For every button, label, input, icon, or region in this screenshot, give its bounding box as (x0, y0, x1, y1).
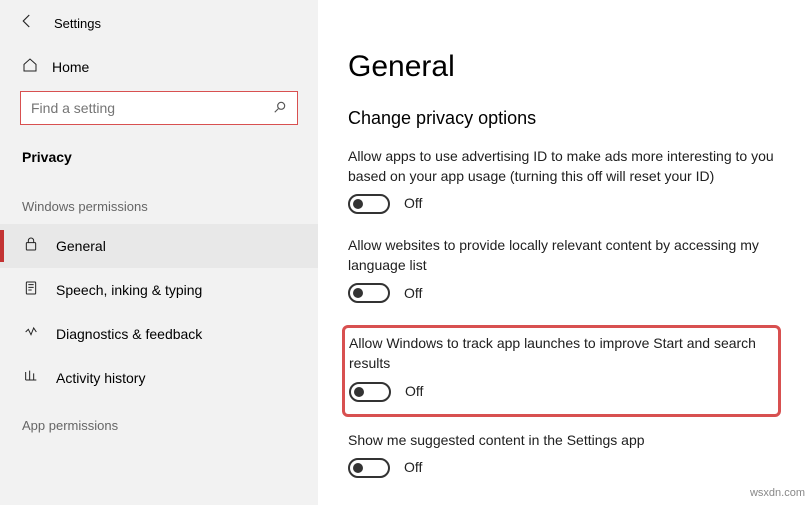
home-icon (22, 57, 38, 77)
option-description: Allow websites to provide locally releva… (348, 236, 781, 275)
sidebar-item-label: Activity history (56, 370, 145, 386)
sidebar-item-label: Diagnostics & feedback (56, 326, 202, 342)
speech-icon (22, 280, 40, 300)
watermark: wsxdn.com (750, 487, 805, 499)
option-description: Allow Windows to track app launches to i… (349, 334, 768, 373)
option-description: Allow apps to use advertising ID to make… (348, 147, 781, 186)
sidebar: Settings Home Privacy Windows permission… (0, 0, 318, 505)
option-language-list: Allow websites to provide locally releva… (348, 236, 781, 303)
lock-icon (22, 236, 40, 256)
home-label: Home (52, 59, 89, 75)
search-input[interactable] (31, 100, 273, 116)
main-content: General Change privacy options Allow app… (318, 0, 811, 505)
toggle-state: Off (404, 284, 422, 304)
category-title: Privacy (0, 139, 318, 181)
option-description: Show me suggested content in the Setting… (348, 431, 781, 451)
search-icon (273, 100, 287, 117)
section-windows-permissions: Windows permissions (0, 181, 318, 224)
app-title: Settings (54, 16, 101, 31)
diagnostics-icon (22, 324, 40, 344)
toggle-suggested-content[interactable] (348, 458, 390, 478)
option-track-app-launches: Allow Windows to track app launches to i… (349, 334, 768, 401)
option-suggested-content: Show me suggested content in the Setting… (348, 431, 781, 479)
sidebar-item-home[interactable]: Home (0, 47, 318, 87)
toggle-state: Off (405, 382, 423, 402)
page-subtitle: Change privacy options (348, 108, 781, 129)
option-advertising-id: Allow apps to use advertising ID to make… (348, 147, 781, 214)
page-title: General (348, 50, 781, 84)
sidebar-item-label: Speech, inking & typing (56, 282, 202, 298)
toggle-language-list[interactable] (348, 283, 390, 303)
sidebar-item-activity-history[interactable]: Activity history (0, 356, 318, 400)
search-box[interactable] (20, 91, 298, 125)
sidebar-item-label: General (56, 238, 106, 254)
sidebar-item-speech[interactable]: Speech, inking & typing (0, 268, 318, 312)
toggle-state: Off (404, 194, 422, 214)
sidebar-item-diagnostics[interactable]: Diagnostics & feedback (0, 312, 318, 356)
history-icon (22, 368, 40, 388)
highlight-box: Allow Windows to track app launches to i… (342, 325, 781, 416)
topbar: Settings (0, 0, 318, 47)
toggle-state: Off (404, 458, 422, 478)
toggle-track-app-launches[interactable] (349, 382, 391, 402)
sidebar-item-general[interactable]: General (0, 224, 318, 268)
section-app-permissions: App permissions (0, 400, 318, 443)
toggle-advertising-id[interactable] (348, 194, 390, 214)
back-button[interactable] (18, 12, 36, 35)
